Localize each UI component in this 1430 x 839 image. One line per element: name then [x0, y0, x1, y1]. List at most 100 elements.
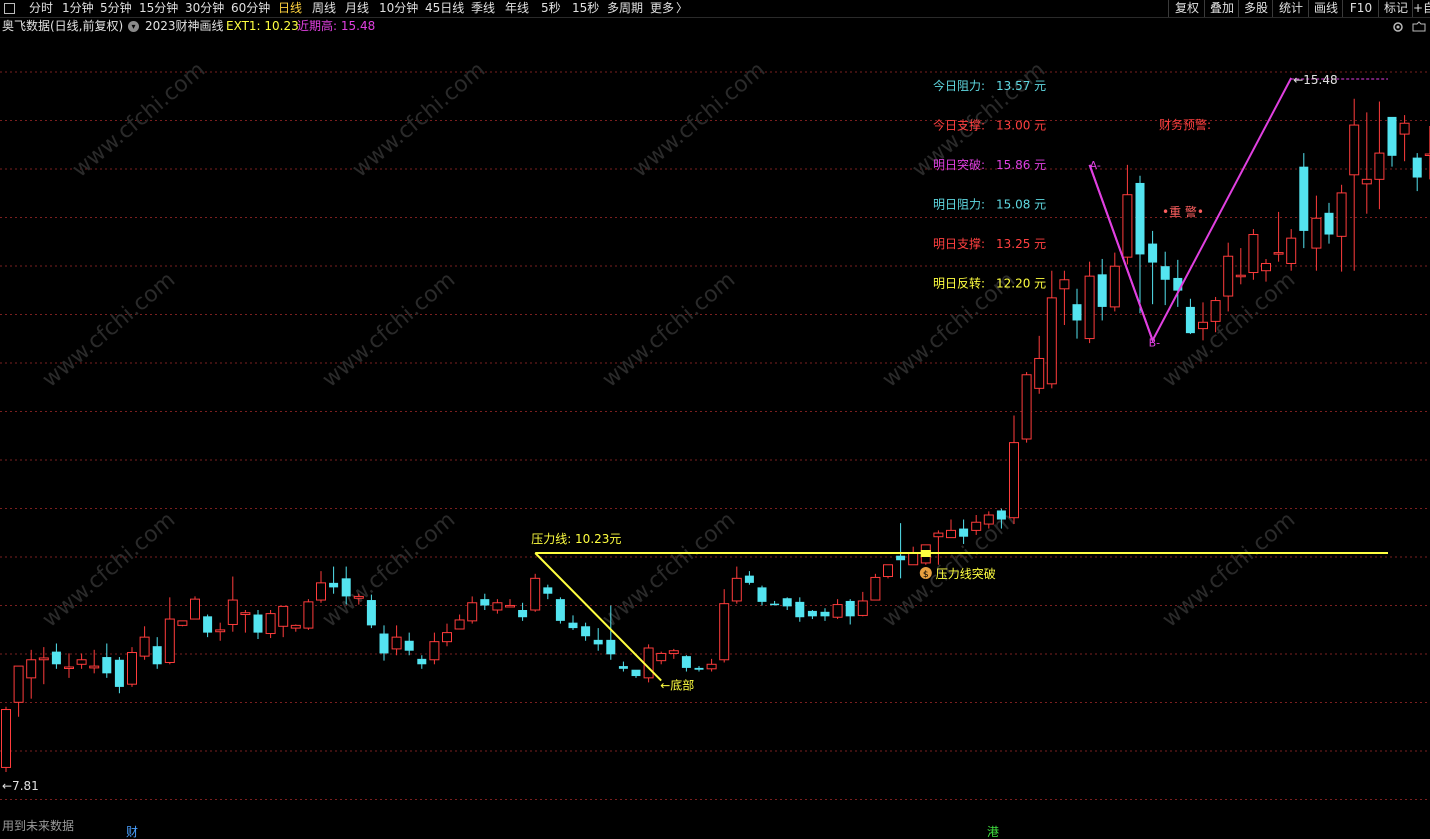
tool-f10-button[interactable]: F10: [1342, 0, 1379, 17]
candle-body: [1324, 212, 1334, 235]
window-icon[interactable]: [4, 3, 15, 14]
candle-body: [417, 658, 427, 665]
period-tab-quarterly[interactable]: 季线: [471, 0, 495, 17]
candle-body: [152, 646, 162, 665]
candle-body: [656, 652, 667, 662]
candle-body: [265, 613, 276, 635]
period-tab-15sec[interactable]: 15秒: [572, 0, 599, 17]
tool-custom-button[interactable]: +自: [1412, 0, 1430, 17]
candle-body: [668, 650, 679, 654]
period-tab-more[interactable]: 更多: [650, 0, 674, 17]
period-tab-monthly[interactable]: 月线: [345, 0, 369, 17]
candle-body: [139, 636, 150, 657]
panel-value: 13.57 元: [996, 79, 1046, 93]
candle-body: [1021, 374, 1032, 440]
tool-mark-button[interactable]: 标记: [1378, 0, 1413, 17]
candle-body: [290, 624, 301, 629]
candle-body: [227, 599, 238, 625]
candle-body: [1374, 152, 1385, 180]
candle-body: [404, 640, 414, 651]
candle-body: [480, 599, 490, 606]
chevron-right-icon[interactable]: 〉: [676, 0, 688, 17]
candle-body: [329, 582, 339, 588]
candle-body: [1034, 357, 1045, 389]
candle-body: [1097, 274, 1107, 307]
candle-body: [770, 603, 780, 606]
candlestick-chart[interactable]: www.cfchi.com www.cfchi.com www.cfchi.com w…: [0, 18, 1430, 839]
period-tab-10min[interactable]: 10分钟: [379, 0, 418, 17]
candle-body: [694, 667, 704, 670]
candle-body: [203, 616, 213, 633]
gear-icon[interactable]: [1392, 20, 1428, 34]
tool-draw-button[interactable]: 画线: [1308, 0, 1343, 17]
candle-body: [568, 622, 578, 629]
candle-body: [454, 619, 465, 630]
indicator-name[interactable]: 2023财神画线: [145, 18, 224, 35]
candle-body: [278, 605, 289, 627]
candle-body: [1273, 252, 1284, 255]
candle-body: [719, 603, 730, 661]
candle-body: [1223, 255, 1234, 297]
candle-body: [1235, 274, 1246, 278]
period-tab-yearly[interactable]: 年线: [505, 0, 529, 17]
candle-body: [240, 612, 251, 616]
candle-body: [316, 582, 326, 601]
candle-body: [543, 587, 553, 594]
tool-fq-button[interactable]: 复权: [1168, 0, 1205, 17]
watermark: www.cfchi.com: [348, 57, 490, 182]
candle-body: [1361, 178, 1372, 185]
candle-body: [215, 629, 226, 633]
tool-overlay-button[interactable]: 叠加: [1204, 0, 1239, 17]
indicator-dropdown-icon[interactable]: ▾: [128, 21, 139, 32]
financial-marker: 财: [126, 825, 138, 839]
panel-value: 12.20 元: [996, 277, 1046, 291]
panel-label: 明日支撑:: [933, 236, 985, 251]
watermark: www.cfchi.com: [318, 267, 460, 392]
top-toolbar: 分时 1分钟 5分钟 15分钟 30分钟 60分钟 日线 周线 月线 10分钟 …: [0, 0, 1430, 18]
stock-title[interactable]: 奥飞数据(日线,前复权): [2, 18, 123, 35]
breakthrough-marker: [920, 550, 931, 557]
period-tab-1min[interactable]: 1分钟: [62, 0, 94, 17]
candle-body: [518, 610, 528, 618]
candle-body: [807, 610, 817, 617]
period-tab-5min[interactable]: 5分钟: [100, 0, 132, 17]
financial-warning-label: 财务预警:: [1159, 117, 1211, 132]
candle-body: [1084, 275, 1095, 340]
watermark: www.cfchi.com: [598, 267, 740, 392]
tool-multi-stock-button[interactable]: 多股: [1238, 0, 1273, 17]
candle-body: [467, 602, 478, 622]
candle-body: [681, 656, 691, 668]
period-tab-30min[interactable]: 30分钟: [185, 0, 224, 17]
candle-body: [1185, 306, 1195, 334]
period-tab-minute[interactable]: 分时: [29, 0, 53, 17]
point-a-label: A-: [1090, 159, 1101, 172]
panel-value: 15.86 元: [996, 158, 1046, 172]
candle-body: [127, 652, 137, 685]
candle-body: [530, 577, 541, 611]
candle-body: [1198, 321, 1208, 330]
candle-body: [555, 599, 565, 621]
watermark: www.cfchi.com: [1158, 507, 1300, 632]
panel-value: 15.08 元: [996, 198, 1046, 212]
candle-body: [38, 657, 49, 661]
watermark: www.cfchi.com: [628, 57, 770, 182]
pressure-diagonal: [534, 552, 662, 682]
candle-body: [1299, 166, 1309, 231]
period-tab-multi[interactable]: 多周期: [607, 0, 643, 17]
period-tab-weekly[interactable]: 周线: [312, 0, 336, 17]
candle-body: [643, 647, 654, 679]
candle-body: [1210, 300, 1221, 322]
tool-stats-button[interactable]: 统计: [1272, 0, 1309, 17]
period-tab-15min[interactable]: 15分钟: [139, 0, 178, 17]
candle-body: [983, 514, 994, 525]
period-tab-5sec[interactable]: 5秒: [541, 0, 561, 17]
candle-body: [1412, 157, 1422, 178]
watermark: www.cfchi.com: [68, 57, 210, 182]
candle-body: [253, 614, 263, 633]
candle-body: [832, 604, 843, 618]
period-tab-45day[interactable]: 45日线: [425, 0, 464, 17]
period-tab-daily[interactable]: 日线: [278, 0, 302, 17]
period-tab-60min[interactable]: 60分钟: [231, 0, 270, 17]
panel-label: 明日阻力:: [933, 198, 985, 212]
candle-body: [1248, 234, 1259, 274]
